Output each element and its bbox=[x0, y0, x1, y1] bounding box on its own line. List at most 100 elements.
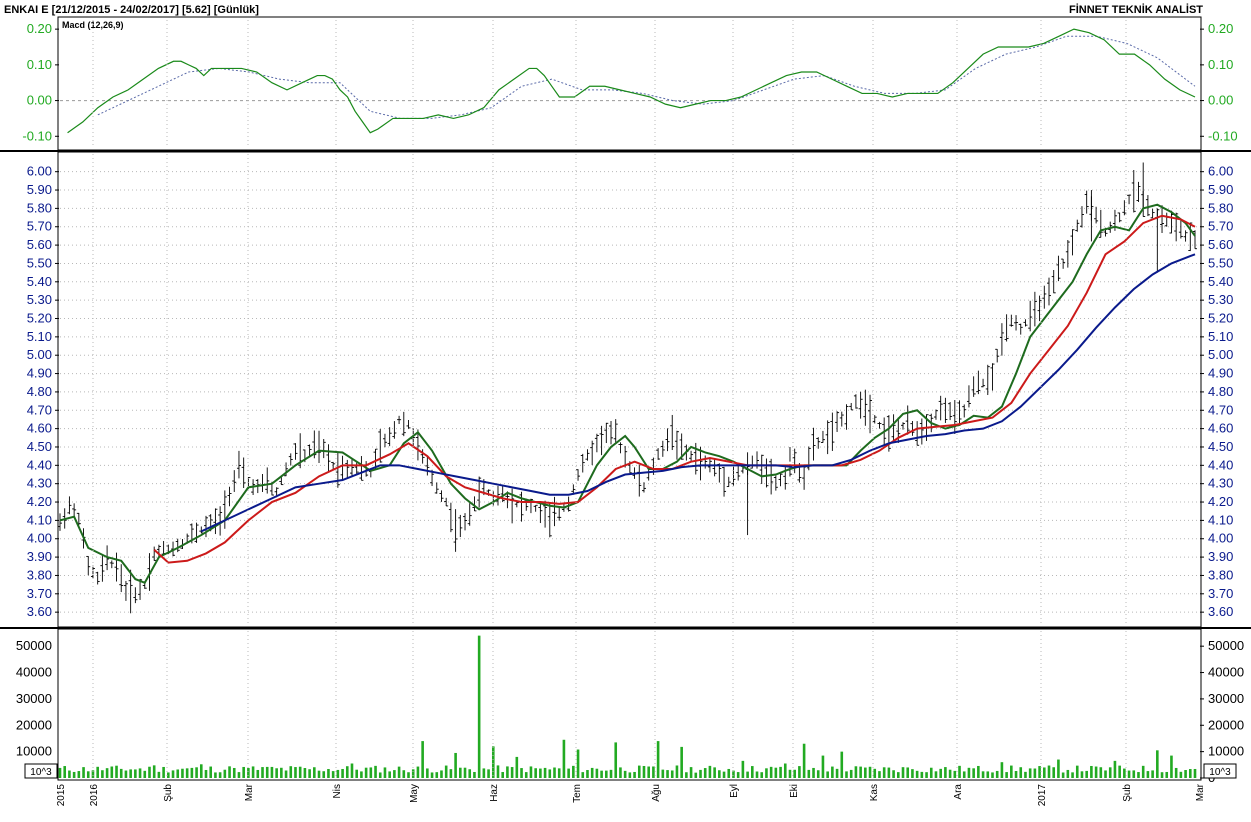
volume-bar bbox=[793, 769, 796, 778]
volume-bar bbox=[878, 771, 881, 778]
macd-tick-label-right: 0.00 bbox=[1208, 93, 1233, 108]
volume-bar bbox=[190, 767, 194, 778]
volume-bar bbox=[1137, 772, 1140, 778]
volume-bar bbox=[463, 767, 467, 778]
volume-bar bbox=[567, 768, 570, 778]
volume-bar bbox=[1193, 768, 1197, 778]
price-tick-label-right: 5.40 bbox=[1208, 274, 1233, 289]
volume-bar bbox=[416, 766, 420, 778]
volume-bar bbox=[783, 763, 787, 778]
volume-bar bbox=[364, 767, 368, 778]
volume-bar bbox=[609, 769, 613, 778]
volume-bar bbox=[444, 765, 448, 778]
volume-bar bbox=[1042, 767, 1046, 778]
volume-bar bbox=[223, 769, 227, 778]
price-tick-label-right: 4.30 bbox=[1208, 476, 1233, 491]
volume-bar bbox=[496, 765, 500, 778]
volume-bar bbox=[1184, 770, 1187, 778]
volume-bar bbox=[209, 766, 213, 778]
volume-tick-label-right: 20000 bbox=[1208, 717, 1244, 732]
x-tick-label: Tem bbox=[572, 784, 583, 803]
volume-bar bbox=[529, 766, 533, 778]
volume-tick-label-left: 40000 bbox=[16, 665, 52, 680]
volume-bar bbox=[666, 770, 669, 778]
volume-unit-left: 10^3 bbox=[30, 767, 52, 778]
volume-bar bbox=[892, 770, 895, 778]
volume-bar bbox=[539, 768, 542, 778]
volume-bar bbox=[515, 756, 519, 778]
volume-bar bbox=[779, 766, 782, 778]
volume-bar bbox=[313, 767, 316, 778]
macd-tick-label-left: 0.10 bbox=[27, 57, 52, 72]
volume-bar bbox=[689, 767, 693, 778]
price-tick-label-right: 3.60 bbox=[1208, 604, 1233, 619]
volume-bar bbox=[1123, 768, 1126, 778]
volume-bar bbox=[939, 768, 942, 778]
price-tick-label-right: 4.90 bbox=[1208, 366, 1233, 381]
volume-bar bbox=[896, 772, 900, 778]
volume-bar bbox=[543, 767, 547, 778]
price-tick-label-left: 3.90 bbox=[27, 549, 52, 564]
volume-bar bbox=[270, 766, 274, 778]
volume-bar bbox=[317, 770, 321, 778]
volume-bar bbox=[176, 769, 180, 778]
volume-bar bbox=[1179, 771, 1183, 778]
volume-bar bbox=[887, 767, 891, 778]
price-tick-label-right: 3.90 bbox=[1208, 549, 1233, 564]
volume-bar bbox=[482, 768, 486, 778]
volume-bar bbox=[199, 764, 203, 778]
volume-bar bbox=[934, 771, 938, 778]
volume-bar bbox=[1160, 772, 1164, 778]
volume-bar bbox=[181, 768, 184, 778]
volume-bar bbox=[58, 767, 62, 778]
volume-bar bbox=[345, 766, 349, 778]
volume-bar bbox=[727, 768, 731, 778]
volume-bar bbox=[1010, 765, 1013, 778]
volume-bar bbox=[506, 766, 509, 778]
macd-tick-label-left: 0.00 bbox=[27, 93, 52, 108]
price-tick-label-left: 5.00 bbox=[27, 347, 52, 362]
volume-bar bbox=[1057, 759, 1060, 778]
chart-title: ENKAI E [21/12/2015 - 24/02/2017] [5.62]… bbox=[4, 4, 259, 16]
volume-bar bbox=[1174, 767, 1178, 778]
volume-bar bbox=[906, 767, 910, 778]
volume-bar bbox=[303, 768, 307, 778]
volume-bar bbox=[911, 769, 914, 778]
volume-bar bbox=[280, 767, 283, 778]
price-tick-label-left: 5.40 bbox=[27, 274, 52, 289]
volume-bar bbox=[576, 749, 580, 778]
volume-bar bbox=[171, 770, 175, 778]
volume-bar bbox=[991, 772, 994, 778]
x-tick-label: Kas bbox=[869, 784, 880, 801]
volume-tick-label-right: 10000 bbox=[1208, 744, 1244, 759]
volume-bar bbox=[402, 770, 406, 778]
volume-bar bbox=[72, 771, 76, 778]
volume-bar bbox=[864, 767, 867, 778]
volume-bar bbox=[1028, 768, 1032, 778]
volume-bar bbox=[802, 743, 806, 778]
volume-bar bbox=[96, 766, 99, 778]
volume-bar bbox=[119, 768, 123, 778]
x-tick-label: Ağu bbox=[651, 784, 662, 802]
x-tick-label: May bbox=[409, 784, 420, 803]
volume-unit-right: 10^3 bbox=[1209, 767, 1231, 778]
volume-bar bbox=[378, 772, 382, 778]
macd-tick-label-left: 0.20 bbox=[27, 21, 52, 36]
volume-bar bbox=[562, 739, 566, 778]
volume-bar bbox=[826, 771, 829, 778]
price-tick-label-right: 5.20 bbox=[1208, 311, 1233, 326]
volume-bar bbox=[1132, 770, 1136, 778]
volume-bar bbox=[859, 766, 862, 778]
volume-bar bbox=[68, 770, 71, 778]
volume-bar bbox=[477, 635, 481, 778]
price-tick-label-left: 4.50 bbox=[27, 439, 52, 454]
x-tick-label: Eki bbox=[789, 784, 800, 798]
price-tick-label-right: 5.00 bbox=[1208, 347, 1233, 362]
volume-bar bbox=[473, 771, 476, 778]
volume-bar bbox=[232, 767, 236, 778]
volume-bar bbox=[958, 765, 961, 778]
volume-bar bbox=[138, 768, 142, 778]
volume-bar bbox=[746, 771, 749, 778]
macd-tick-label-right: -0.10 bbox=[1208, 128, 1238, 143]
volume-bar bbox=[854, 766, 858, 778]
